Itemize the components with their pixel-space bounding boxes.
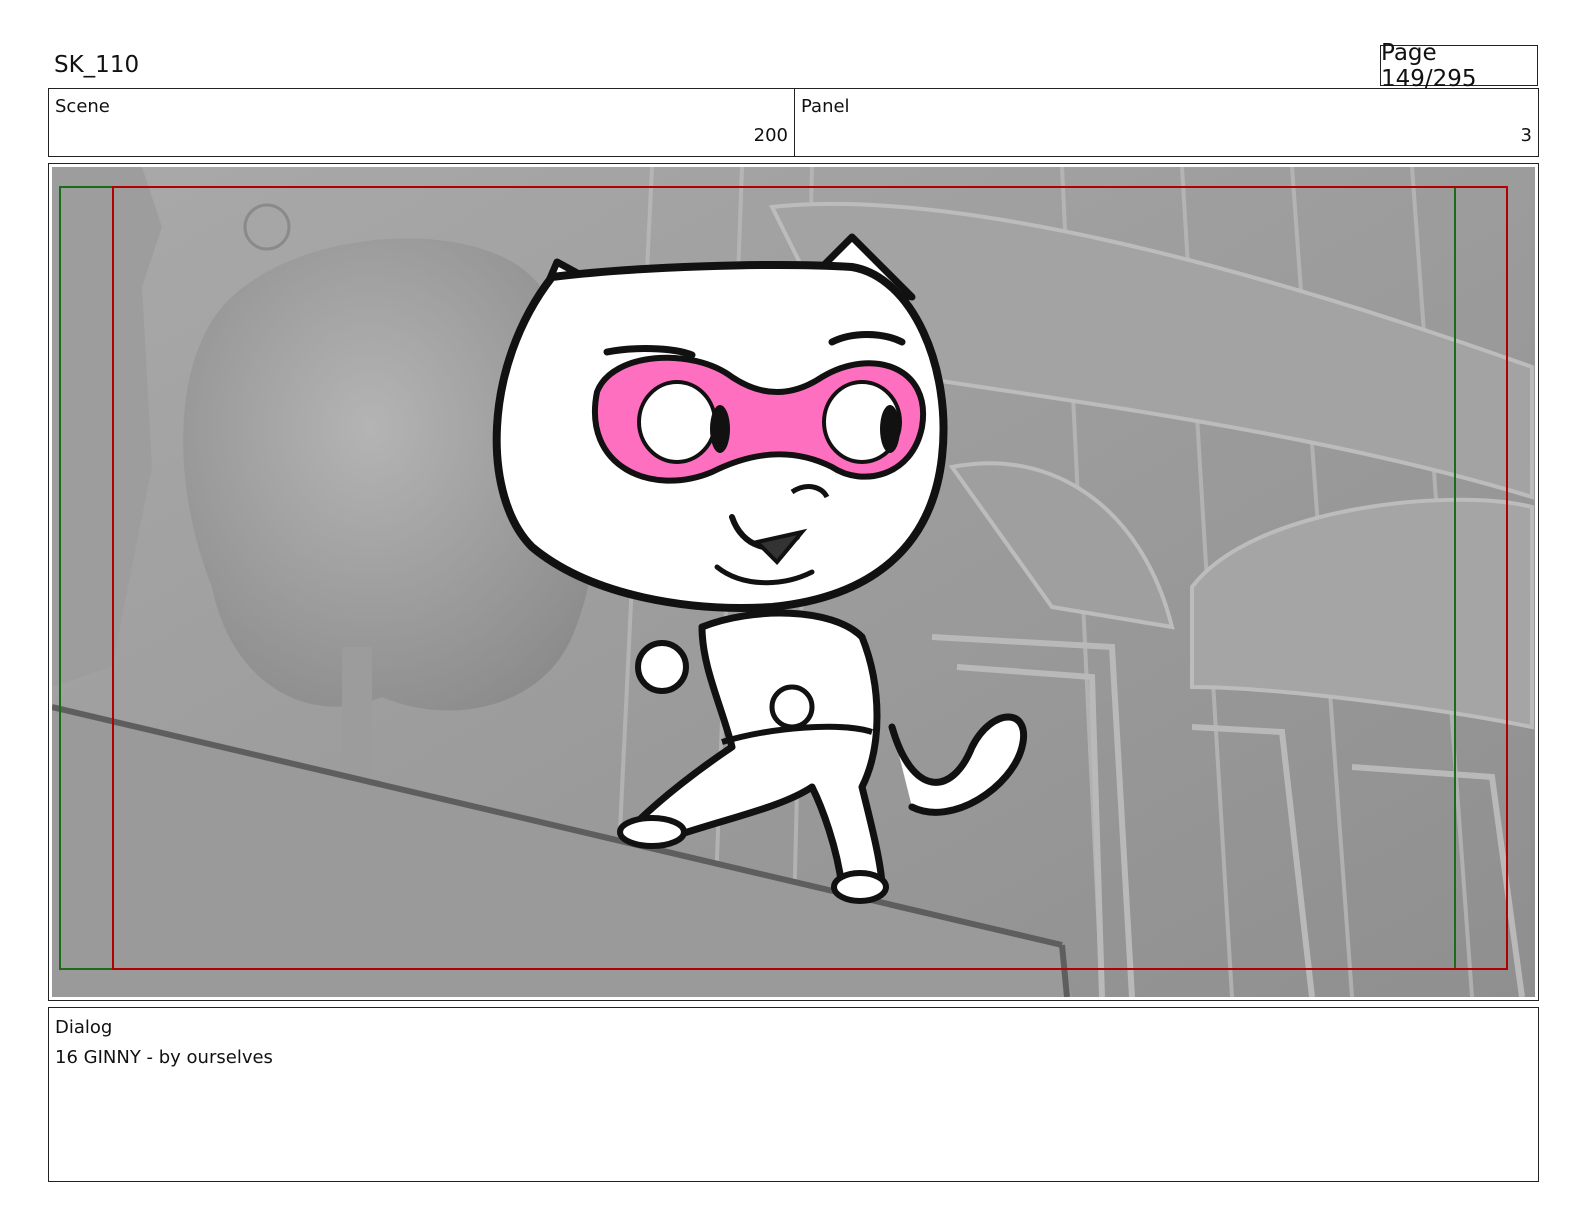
- panel-label: Panel: [801, 96, 850, 117]
- dialog-text: 16 GINNY - by ourselves: [55, 1047, 273, 1068]
- dialog-label: Dialog: [55, 1017, 113, 1038]
- dialog-box: Dialog 16 GINNY - by ourselves: [48, 1007, 1539, 1182]
- scene-panel-row: Scene 200 Panel 3: [48, 88, 1539, 157]
- scene-value: 200: [753, 125, 788, 146]
- scene-cell: Scene 200: [49, 89, 795, 156]
- storyboard-drawing: [52, 167, 1535, 997]
- project-title: SK_110: [54, 52, 140, 78]
- knob-top: [243, 203, 291, 251]
- scene-label: Scene: [55, 96, 110, 117]
- storyboard-frame: [48, 163, 1539, 1001]
- panel-cell: Panel 3: [795, 89, 1538, 156]
- page-number: Page 149/295: [1381, 39, 1477, 92]
- panel-value: 3: [1520, 125, 1532, 146]
- page-number-box: Page 149/295: [1380, 40, 1538, 92]
